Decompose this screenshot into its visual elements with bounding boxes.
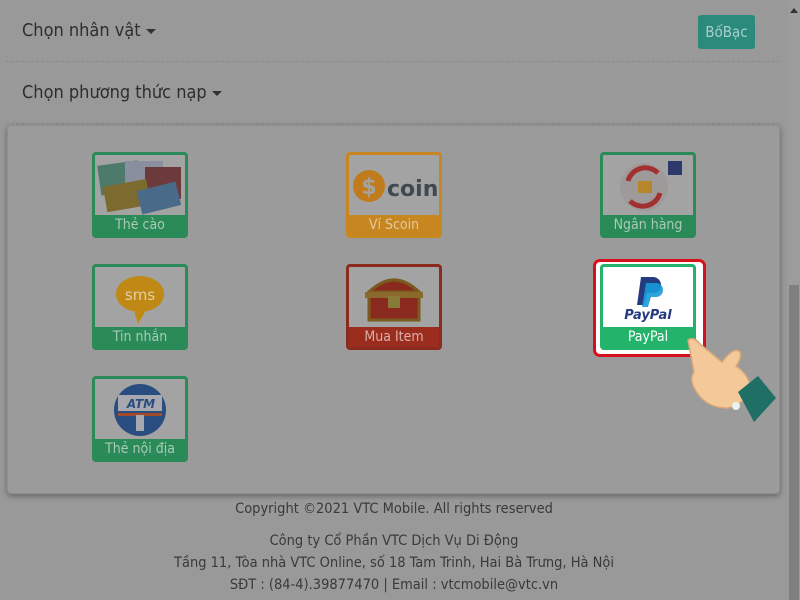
caret-down-icon — [211, 90, 222, 96]
account-button[interactable]: BốBạc — [698, 15, 755, 49]
method-buy-item[interactable]: Mua Item — [346, 264, 442, 350]
character-select[interactable]: Chọn nhân vật — [22, 20, 156, 41]
character-row: Chọn nhân vật BốBạc — [6, 0, 780, 62]
pointing-hand-icon — [687, 337, 776, 422]
svg-text:$: $ — [361, 175, 376, 200]
caret-down-icon — [145, 28, 156, 34]
svg-text:sms: sms — [125, 286, 155, 304]
method-domestic-card[interactable]: ATM Thẻ nội địa — [92, 376, 188, 462]
paypal-icon: PayPal — [603, 267, 693, 329]
footer: Copyright ©2021 VTC Mobile. All rights r… — [0, 498, 788, 596]
contact: SĐT : (84-4).39877470 | Email : vtcmobil… — [229, 577, 559, 593]
address: Tầng 11, Tòa nhà VTC Online, số 18 Tam T… — [173, 555, 615, 571]
method-bank[interactable]: Ngân hàng — [600, 152, 696, 238]
method-scoin-wallet[interactable]: $ coin Ví Scoin — [346, 152, 442, 238]
method-select[interactable]: Chọn phương thức nạp — [22, 82, 222, 103]
scrollbar-thumb[interactable] — [789, 285, 799, 600]
atm-icon: ATM — [95, 379, 185, 441]
treasure-chest-icon — [349, 267, 439, 329]
scroll-up-icon[interactable] — [790, 8, 798, 13]
company: Công ty Cổ Phần VTC Dịch Vụ Di Động — [269, 533, 519, 549]
copyright: Copyright ©2021 VTC Mobile. All rights r… — [235, 501, 553, 517]
sms-icon: sms — [95, 267, 185, 329]
scoin-icon: $ coin — [349, 155, 439, 217]
method-scratch-card[interactable]: Thẻ cào — [92, 152, 188, 238]
payment-method-popup: Thẻ cào $ coin Ví Scoin Ngân hàng sms Tin… — [7, 125, 780, 494]
scratch-card-icon — [95, 155, 185, 217]
method-row: Chọn phương thức nạp — [6, 62, 780, 124]
bank-icon — [603, 155, 693, 217]
svg-text:ATM: ATM — [126, 397, 155, 411]
scrollbar[interactable] — [788, 0, 800, 600]
method-sms[interactable]: sms Tin nhắn — [92, 264, 188, 350]
svg-text:PayPal: PayPal — [624, 308, 672, 323]
svg-text:coin: coin — [387, 177, 437, 202]
